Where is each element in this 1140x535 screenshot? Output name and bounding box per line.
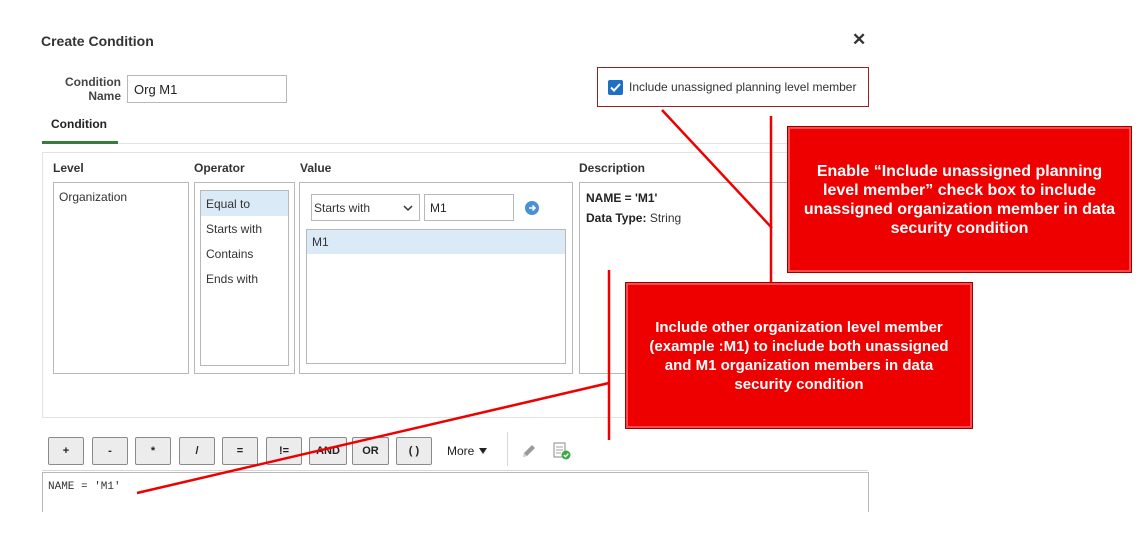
match-type-select[interactable]: Starts with — [311, 194, 420, 221]
validate-icon[interactable] — [552, 441, 572, 461]
and-operator-button[interactable]: AND — [309, 437, 347, 465]
equals-operator-button[interactable]: = — [222, 437, 258, 465]
operator-item-starts-with[interactable]: Starts with — [201, 216, 288, 241]
include-unassigned-label: Include unassigned planning level member — [629, 80, 857, 94]
go-arrow-icon[interactable] — [525, 201, 539, 215]
condition-name-input[interactable] — [127, 75, 287, 103]
value-column-header: Value — [300, 161, 332, 175]
checkmark-icon — [610, 82, 621, 92]
minus-operator-button[interactable]: - — [92, 437, 128, 465]
callout-include-other-member: Include other organization level member … — [625, 282, 973, 429]
condition-name-label-line1: Condition — [65, 75, 121, 89]
chevron-down-icon — [403, 205, 413, 212]
level-list[interactable]: Organization — [53, 182, 189, 374]
tab-selected-indicator — [42, 141, 118, 144]
close-button[interactable]: ✕ — [852, 31, 866, 49]
caret-down-icon — [479, 448, 488, 454]
condition-name-label: Condition Name — [40, 75, 121, 103]
parentheses-operator-button[interactable]: ( ) — [396, 437, 432, 465]
value-results-list[interactable]: M1 — [306, 229, 566, 364]
level-item-organization[interactable]: Organization — [59, 190, 183, 204]
toolbar-divider — [507, 432, 508, 466]
pencil-icon[interactable] — [520, 442, 538, 460]
operator-item-contains[interactable]: Contains — [201, 241, 288, 266]
expression-text-area[interactable]: NAME = 'M1' — [42, 472, 869, 512]
description-column-header: Description — [579, 161, 646, 175]
include-unassigned-option[interactable]: Include unassigned planning level member — [597, 67, 869, 107]
level-column-header: Level — [53, 161, 84, 175]
match-type-select-value: Starts with — [314, 201, 371, 215]
condition-name-label-line2: Name — [88, 89, 121, 103]
plus-operator-button[interactable]: + — [48, 437, 84, 465]
multiply-operator-button[interactable]: * — [135, 437, 171, 465]
value-result-item[interactable]: M1 — [307, 230, 565, 254]
operator-item-equal-to[interactable]: Equal to — [201, 191, 288, 216]
tab-bar-baseline — [42, 143, 858, 144]
include-unassigned-checkbox[interactable] — [608, 79, 623, 95]
or-operator-button[interactable]: OR — [352, 437, 389, 465]
callout-enable-checkbox: Enable “Include unassigned planning leve… — [787, 126, 1132, 273]
operator-panel: Equal to Starts with Contains Ends with — [194, 182, 295, 374]
more-menu-button[interactable]: More — [447, 444, 488, 458]
operator-list[interactable]: Equal to Starts with Contains Ends with — [200, 190, 289, 366]
data-type-value: String — [649, 211, 682, 225]
operator-column-header: Operator — [194, 161, 245, 175]
more-menu-label: More — [447, 444, 475, 458]
tab-condition[interactable]: Condition — [51, 117, 107, 131]
operator-item-ends-with[interactable]: Ends with — [201, 266, 288, 291]
divide-operator-button[interactable]: / — [179, 437, 215, 465]
value-search-input[interactable] — [424, 194, 514, 221]
dialog-title: Create Condition — [41, 33, 154, 49]
data-type-label: Data Type: — [586, 211, 647, 225]
not-equals-operator-button[interactable]: != — [266, 437, 302, 465]
